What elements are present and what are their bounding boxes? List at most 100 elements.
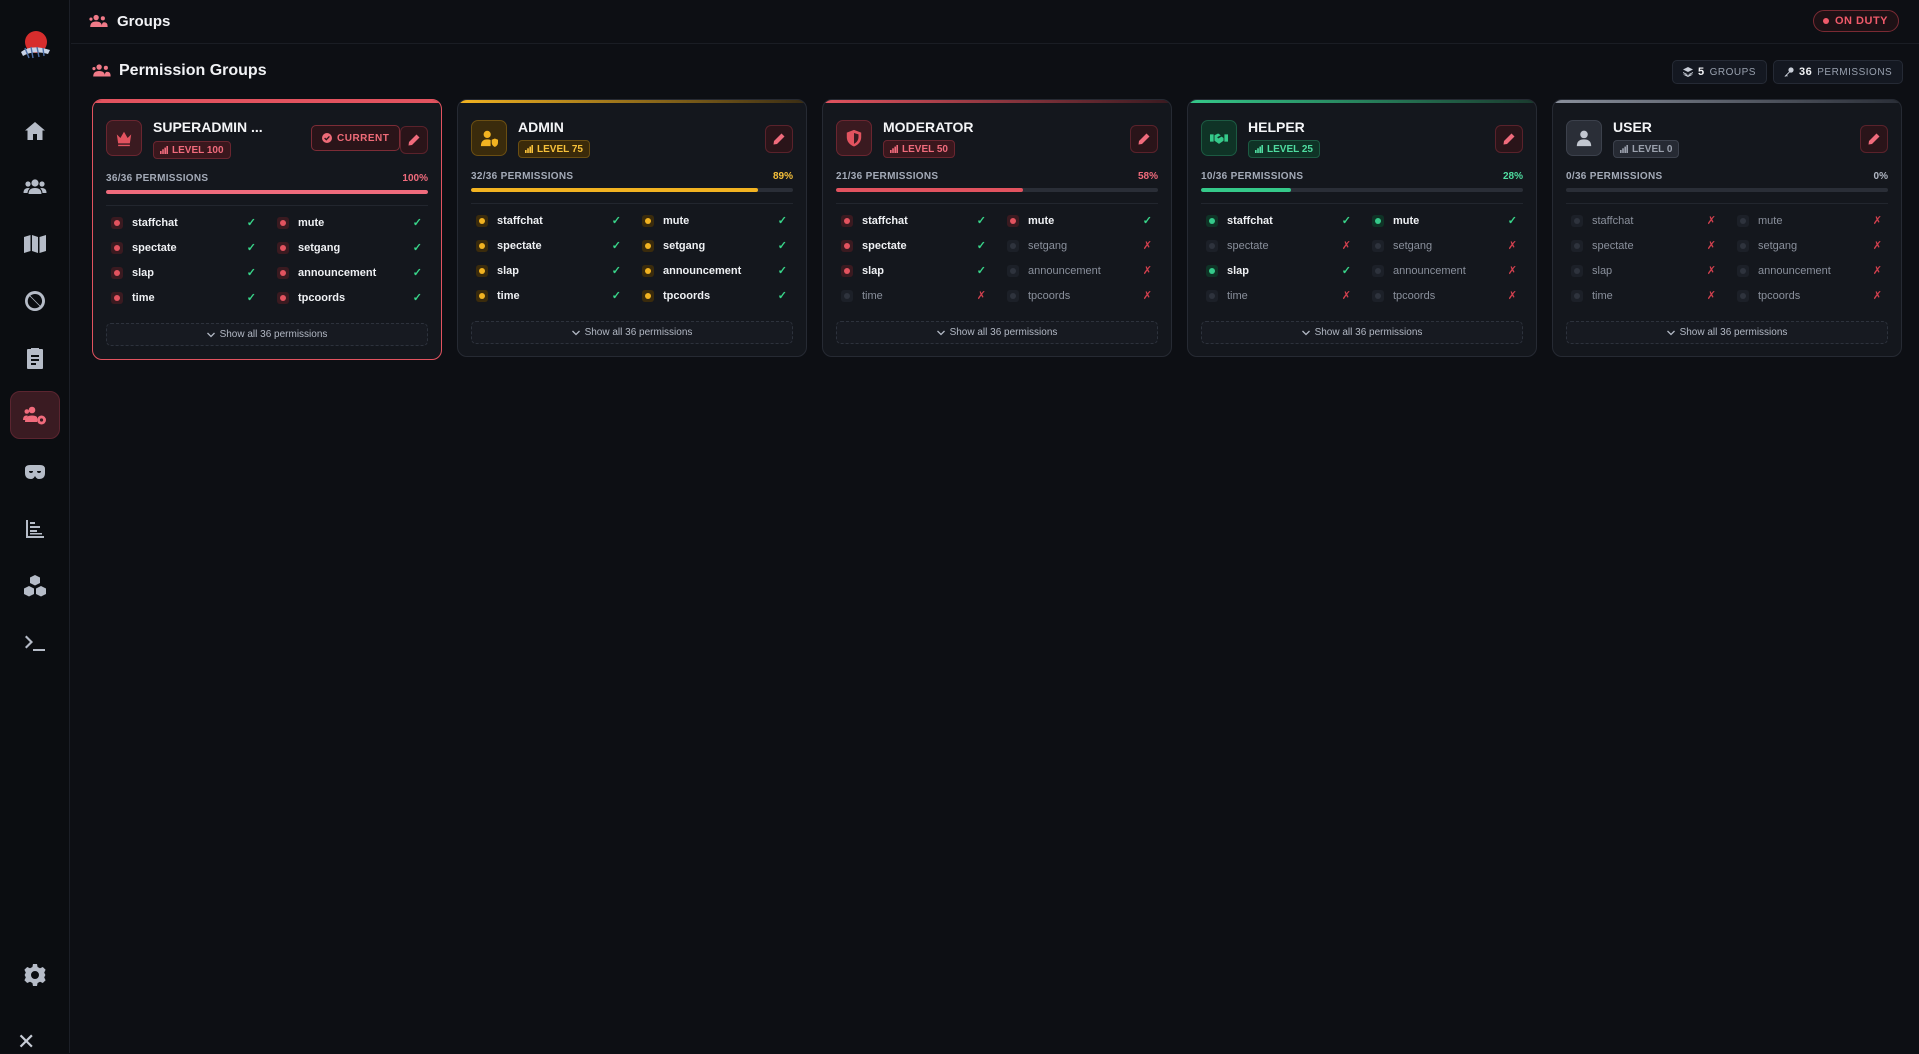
edit-group-button[interactable] xyxy=(400,126,428,154)
cross-icon: ✗ xyxy=(1142,265,1152,277)
permission-item-spectate[interactable]: spectate ✓ xyxy=(471,236,629,255)
nav-home[interactable] xyxy=(10,107,60,155)
permission-percent: 100% xyxy=(402,173,428,184)
check-icon: ✓ xyxy=(246,217,256,229)
permission-item-announcement[interactable]: announcement ✓ xyxy=(272,263,430,282)
permission-name: mute xyxy=(1758,214,1783,227)
permission-item-mute[interactable]: mute ✓ xyxy=(637,211,795,230)
permission-name: spectate xyxy=(1227,239,1269,252)
permission-item-slap[interactable]: slap ✓ xyxy=(471,261,629,280)
permission-item-slap[interactable]: slap ✓ xyxy=(1201,261,1359,280)
nav-groups[interactable] xyxy=(10,391,60,439)
permission-item-announcement[interactable]: announcement ✗ xyxy=(1367,261,1525,280)
clipboard-icon xyxy=(27,348,43,369)
cross-icon: ✗ xyxy=(1341,290,1351,302)
show-all-permissions-button[interactable]: Show all 36 permissions xyxy=(836,321,1158,344)
permission-item-time[interactable]: time ✓ xyxy=(106,288,264,307)
check-icon: ✓ xyxy=(1341,215,1351,227)
permission-item-time[interactable]: time ✗ xyxy=(1566,286,1724,305)
group-card-helper[interactable]: HELPER LEVEL 25 10/36 PERMISSIONS 28% staf… xyxy=(1187,99,1537,357)
permission-item-staffchat[interactable]: staffchat ✓ xyxy=(106,213,264,232)
check-icon: ✓ xyxy=(611,265,621,277)
nav-bans[interactable] xyxy=(10,277,60,325)
progress-fill xyxy=(471,188,758,192)
group-card-admin[interactable]: ADMIN LEVEL 75 32/36 PERMISSIONS 89% staff… xyxy=(457,99,807,357)
permission-progress-bar xyxy=(836,188,1158,192)
permission-list: staffchat ✓ mute ✓ spectate ✓ setgang ✓ … xyxy=(106,213,430,307)
nav-settings[interactable] xyxy=(10,951,60,999)
permission-item-tpcoords[interactable]: tpcoords ✗ xyxy=(1732,286,1890,305)
check-icon: ✓ xyxy=(777,265,787,277)
group-card-superadmin[interactable]: SUPERADMIN ... LEVEL 100 CURRENT 36/36 PE… xyxy=(92,99,442,360)
signal-icon xyxy=(1255,145,1263,153)
permission-item-setgang[interactable]: setgang ✓ xyxy=(272,238,430,257)
permission-item-tpcoords[interactable]: tpcoords ✓ xyxy=(637,286,795,305)
permission-item-slap[interactable]: slap ✓ xyxy=(106,263,264,282)
permission-item-mute[interactable]: mute ✓ xyxy=(272,213,430,232)
home-icon xyxy=(25,122,45,140)
permission-item-setgang[interactable]: setgang ✓ xyxy=(637,236,795,255)
section-title: Permission Groups xyxy=(119,62,267,79)
permission-name: announcement xyxy=(1393,264,1466,277)
nav-map[interactable] xyxy=(10,220,60,268)
permission-item-staffchat[interactable]: staffchat ✓ xyxy=(1201,211,1359,230)
show-all-permissions-button[interactable]: Show all 36 permissions xyxy=(1566,321,1888,344)
permission-item-slap[interactable]: slap ✓ xyxy=(836,261,994,280)
staffchat-icon xyxy=(111,216,123,229)
nav-resources[interactable] xyxy=(10,562,60,610)
permission-item-mute[interactable]: mute ✓ xyxy=(1002,211,1160,230)
permission-item-time[interactable]: time ✗ xyxy=(1201,286,1359,305)
permission-item-time[interactable]: time ✗ xyxy=(836,286,994,305)
nav-spectate[interactable] xyxy=(10,448,60,496)
slap-icon xyxy=(1571,264,1583,277)
permission-item-announcement[interactable]: announcement ✗ xyxy=(1002,261,1160,280)
permission-percent: 0% xyxy=(1873,171,1888,182)
permission-name: staffchat xyxy=(1227,214,1273,227)
permission-item-announcement[interactable]: announcement ✓ xyxy=(637,261,795,280)
group-card-moderator[interactable]: MODERATOR LEVEL 50 21/36 PERMISSIONS 58% s… xyxy=(822,99,1172,357)
edit-group-button[interactable] xyxy=(1495,125,1523,153)
permission-name: tpcoords xyxy=(1393,289,1436,302)
app-logo[interactable] xyxy=(17,28,53,62)
group-card-user[interactable]: USER LEVEL 0 0/36 PERMISSIONS 0% staffchat… xyxy=(1552,99,1902,357)
show-all-permissions-button[interactable]: Show all 36 permissions xyxy=(106,323,428,346)
nav-console[interactable] xyxy=(10,619,60,667)
setgang-icon xyxy=(277,241,289,254)
permission-item-tpcoords[interactable]: tpcoords ✗ xyxy=(1367,286,1525,305)
permission-name: slap xyxy=(862,264,885,277)
permission-item-staffchat[interactable]: staffchat ✗ xyxy=(1566,211,1724,230)
permission-item-announcement[interactable]: announcement ✗ xyxy=(1732,261,1890,280)
permission-item-setgang[interactable]: setgang ✗ xyxy=(1732,236,1890,255)
edit-group-button[interactable] xyxy=(1130,125,1158,153)
permission-item-spectate[interactable]: spectate ✓ xyxy=(836,236,994,255)
permission-item-slap[interactable]: slap ✗ xyxy=(1566,261,1724,280)
permission-item-setgang[interactable]: setgang ✗ xyxy=(1367,236,1525,255)
permission-item-spectate[interactable]: spectate ✗ xyxy=(1566,236,1724,255)
show-all-permissions-button[interactable]: Show all 36 permissions xyxy=(1201,321,1523,344)
nav-reports[interactable] xyxy=(10,334,60,382)
edit-group-button[interactable] xyxy=(765,125,793,153)
divider xyxy=(1201,203,1523,204)
duty-status-badge[interactable]: ON DUTY xyxy=(1813,10,1899,32)
nav-players[interactable] xyxy=(10,163,60,211)
permission-item-mute[interactable]: mute ✗ xyxy=(1732,211,1890,230)
level-label: LEVEL 75 xyxy=(537,143,583,155)
permission-item-tpcoords[interactable]: tpcoords ✗ xyxy=(1002,286,1160,305)
permission-item-staffchat[interactable]: staffchat ✓ xyxy=(836,211,994,230)
permission-item-time[interactable]: time ✓ xyxy=(471,286,629,305)
permission-item-spectate[interactable]: spectate ✓ xyxy=(106,238,264,257)
cross-icon: ✗ xyxy=(1507,265,1517,277)
close-icon[interactable]: ✕ xyxy=(17,1031,37,1053)
permission-item-setgang[interactable]: setgang ✗ xyxy=(1002,236,1160,255)
nav-stats[interactable] xyxy=(10,505,60,553)
edit-group-button[interactable] xyxy=(1860,125,1888,153)
show-all-permissions-button[interactable]: Show all 36 permissions xyxy=(471,321,793,344)
tpcoords-icon xyxy=(1737,289,1749,302)
slap-icon xyxy=(476,264,488,277)
permission-name: staffchat xyxy=(497,214,543,227)
permission-item-spectate[interactable]: spectate ✗ xyxy=(1201,236,1359,255)
permission-item-mute[interactable]: mute ✓ xyxy=(1367,211,1525,230)
permission-item-tpcoords[interactable]: tpcoords ✓ xyxy=(272,288,430,307)
permission-item-staffchat[interactable]: staffchat ✓ xyxy=(471,211,629,230)
handshake-icon xyxy=(1201,120,1237,156)
